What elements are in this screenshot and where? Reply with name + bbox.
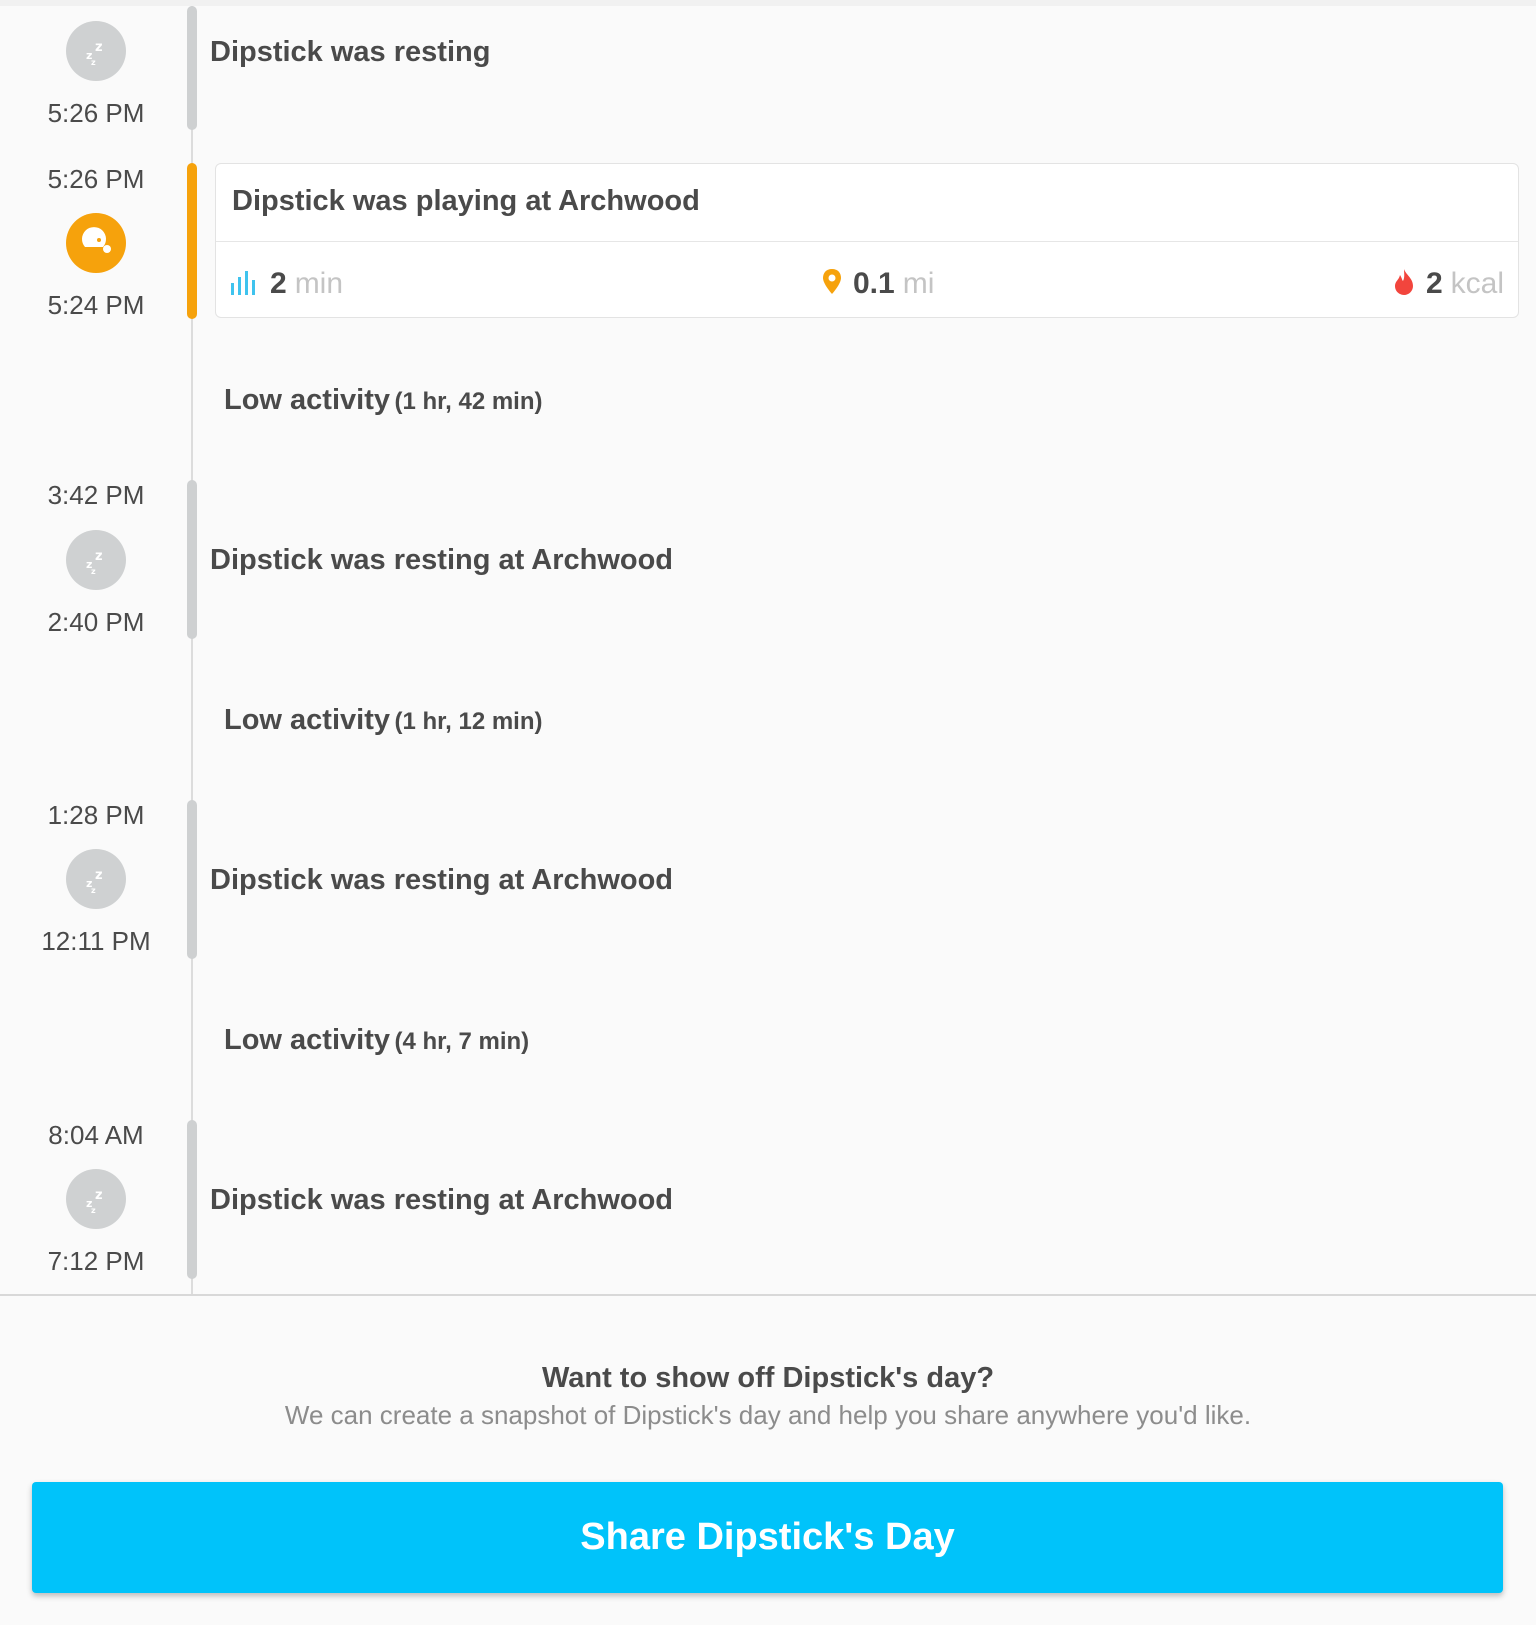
- low-activity-label: Low activity: [224, 384, 390, 416]
- start-time: 5:26 PM: [47, 164, 145, 194]
- end-time: 5:26 PM: [47, 98, 145, 128]
- rest-segment-bar: [187, 800, 197, 959]
- low-activity-duration: (4 hr, 7 min): [394, 1028, 530, 1055]
- svg-text:z: z: [91, 1206, 96, 1215]
- calories-value: 2: [1425, 267, 1443, 300]
- end-time: 7:12 PM: [47, 1246, 145, 1276]
- share-subtext: We can create a snapshot of Dipstick's d…: [284, 1400, 1252, 1430]
- svg-text:z: z: [95, 1188, 103, 1203]
- distance-unit: mi: [902, 267, 935, 300]
- play-activity-card[interactable]: Dipstick was playing at Archwood 2 min 0…: [215, 163, 1519, 318]
- duration-value: 2: [270, 267, 287, 300]
- low-activity-row: Low activity (1 hr, 12 min): [224, 703, 543, 742]
- svg-text:z: z: [95, 549, 103, 564]
- activity-bars-icon: [230, 269, 260, 300]
- low-activity-row: Low activity (4 hr, 7 min): [224, 1023, 529, 1062]
- location-pin-icon: [821, 268, 843, 301]
- end-time: 2:40 PM: [47, 607, 145, 637]
- share-heading: Want to show off Dipstick's day?: [541, 1362, 995, 1394]
- svg-text:z: z: [95, 40, 103, 55]
- play-segment-bar: [187, 163, 197, 319]
- svg-text:z: z: [91, 58, 96, 67]
- svg-text:z: z: [91, 886, 96, 895]
- rest-segment-bar: [187, 480, 197, 639]
- svg-text:z: z: [91, 567, 96, 576]
- top-edge: [0, 0, 1536, 6]
- duration-stat: 2 min: [230, 264, 343, 304]
- start-time: 3:42 PM: [47, 480, 145, 510]
- section-divider: [0, 1294, 1536, 1296]
- distance-stat: 0.1 mi: [821, 264, 934, 304]
- start-time: 8:04 AM: [48, 1120, 144, 1150]
- end-time: 5:24 PM: [47, 290, 145, 320]
- low-activity-duration: (1 hr, 12 min): [394, 708, 543, 735]
- event-title[interactable]: Dipstick was resting at Archwood: [210, 543, 673, 577]
- sleep-zzz-icon: zzz: [66, 849, 126, 909]
- calories-unit: kcal: [1450, 267, 1504, 300]
- end-time: 12:11 PM: [41, 926, 151, 956]
- event-title[interactable]: Dipstick was resting at Archwood: [210, 863, 673, 897]
- svg-text:z: z: [95, 868, 103, 883]
- start-time: 1:28 PM: [47, 800, 145, 830]
- low-activity-label: Low activity: [224, 1024, 390, 1056]
- event-title: Dipstick was playing at Archwood: [232, 185, 700, 217]
- flame-icon: [1392, 268, 1416, 301]
- sleep-zzz-icon: zzz: [66, 21, 126, 81]
- sleep-zzz-icon: zzz: [66, 1169, 126, 1229]
- sleep-zzz-icon: zzz: [66, 530, 126, 590]
- ball-icon: [66, 213, 126, 273]
- duration-unit: min: [294, 267, 344, 300]
- share-day-button[interactable]: Share Dipstick's Day: [32, 1482, 1503, 1593]
- event-title[interactable]: Dipstick was resting at Archwood: [210, 1183, 673, 1217]
- distance-value: 0.1: [853, 267, 895, 300]
- event-title[interactable]: Dipstick was resting: [210, 35, 490, 69]
- calories-stat: 2 kcal: [1392, 264, 1504, 304]
- low-activity-label: Low activity: [224, 704, 390, 736]
- low-activity-row: Low activity (1 hr, 42 min): [224, 383, 543, 422]
- rest-segment-bar: [187, 6, 197, 130]
- card-divider: [216, 241, 1518, 242]
- rest-segment-bar: [187, 1120, 197, 1279]
- low-activity-duration: (1 hr, 42 min): [394, 388, 543, 415]
